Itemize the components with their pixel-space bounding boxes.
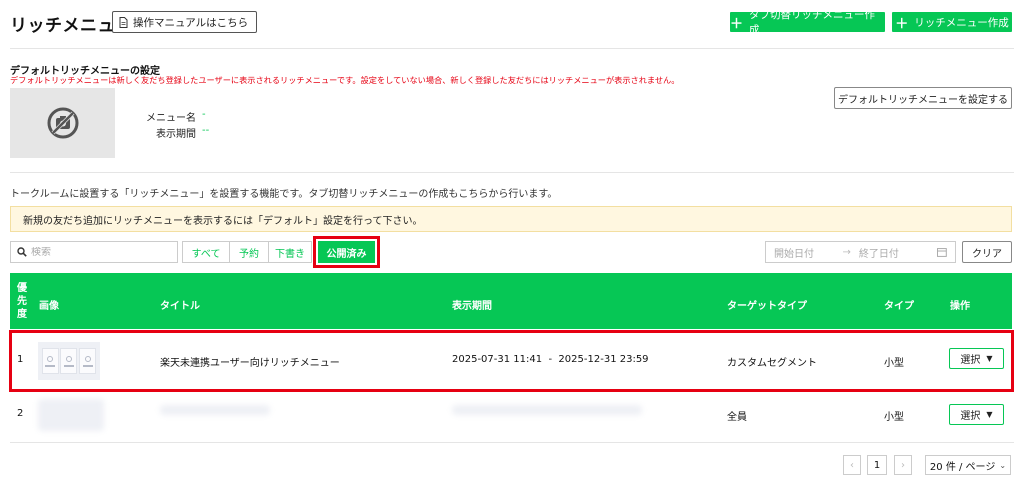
row-priority: 2	[17, 408, 24, 419]
tab-draft[interactable]: 下書き	[268, 241, 312, 263]
menu-name-label: メニュー名	[146, 113, 196, 124]
calendar-icon	[937, 248, 947, 257]
per-page-label: 20 件 / ページ	[929, 461, 996, 473]
chevron-left-icon: ‹	[850, 459, 854, 471]
period-value: --	[202, 125, 210, 136]
notice-banner: 新規の友だち追加にリッチメニューを表示するには「デフォルト」設定を行って下さい。	[10, 206, 1012, 232]
default-menu-image	[10, 88, 115, 158]
chevron-right-icon: ›	[901, 459, 905, 471]
published-tab-highlight: 公開済み	[313, 236, 380, 268]
manual-button[interactable]: 操作マニュアルはこちら	[112, 11, 258, 33]
header-action: 操作	[950, 301, 970, 312]
status-tabs: すべて 予約 下書き	[182, 241, 312, 263]
header-period: 表示期間	[452, 301, 492, 312]
divider	[10, 442, 1014, 443]
chevron-down-icon: ⌄	[999, 460, 1007, 470]
divider	[10, 48, 1014, 49]
set-default-button[interactable]: デフォルトリッチメニューを設定する	[834, 87, 1012, 109]
end-date-input[interactable]: 終了日付	[859, 245, 937, 260]
row-type: 小型	[884, 412, 904, 423]
search-box[interactable]	[10, 241, 178, 263]
caret-down-icon: ▼	[986, 410, 993, 419]
clear-button[interactable]: クリア	[962, 241, 1012, 263]
header-target: ターゲットタイプ	[727, 301, 807, 312]
header-image: 画像	[39, 301, 59, 312]
tab-scheduled[interactable]: 予約	[229, 241, 269, 263]
divider	[10, 172, 1014, 173]
row-highlight	[9, 330, 1014, 392]
no-image-icon	[47, 107, 78, 139]
prev-page-button[interactable]: ‹	[843, 455, 861, 475]
redacted-title	[160, 405, 270, 415]
menu-name-value: -	[202, 109, 206, 120]
create-tab-richmenu-label: タブ切替リッチメニュー作成	[749, 9, 876, 36]
table-header: 優先度 画像 タイトル 表示期間 ターゲットタイプ タイプ 操作	[10, 273, 1012, 329]
create-tab-richmenu-button[interactable]: ＋ タブ切替リッチメニュー作成	[730, 9, 885, 36]
plus-icon: ＋	[730, 16, 744, 32]
start-date-input[interactable]: 開始日付	[774, 245, 843, 260]
notice-text: 新規の友だち追加にリッチメニューを表示するには「デフォルト」設定を行って下さい。	[23, 215, 423, 227]
redacted-thumbnail	[38, 399, 104, 431]
search-icon	[17, 247, 27, 257]
row-target: 全員	[727, 412, 747, 423]
search-input[interactable]	[31, 246, 171, 258]
row-select-button[interactable]: 選択 ▼	[949, 404, 1004, 425]
header-priority: 優先度	[17, 283, 27, 320]
create-richmenu-label: リッチメニュー作成	[914, 16, 1009, 29]
redacted-period	[452, 405, 642, 415]
header-type: タイプ	[884, 301, 914, 312]
default-settings-note: デフォルトリッチメニューは新しく友だち登録したユーザーに表示されるリッチメニュー…	[10, 75, 680, 85]
tab-all[interactable]: すべて	[182, 241, 230, 263]
date-range-picker[interactable]: 開始日付 → 終了日付	[765, 241, 956, 263]
arrow-right-icon: →	[842, 246, 851, 258]
page-description: トークルームに設置する「リッチメニュー」を設置する機能です。タブ切替リッチメニュ…	[10, 189, 558, 200]
row-select-label: 選択	[960, 411, 981, 422]
per-page-select[interactable]: 20 件 / ページ ⌄	[925, 455, 1011, 475]
page-number[interactable]: 1	[867, 455, 887, 475]
plus-icon: ＋	[895, 16, 909, 32]
create-richmenu-button[interactable]: ＋ リッチメニュー作成	[892, 12, 1012, 32]
manual-button-label: 操作マニュアルはこちら	[133, 16, 249, 29]
document-icon	[119, 16, 128, 28]
period-label: 表示期間	[156, 129, 196, 140]
header-title: タイトル	[160, 301, 200, 312]
tab-published[interactable]: 公開済み	[318, 241, 375, 263]
table-row[interactable]: 2 全員 小型 選択 ▼	[10, 393, 1012, 441]
next-page-button[interactable]: ›	[894, 455, 912, 475]
